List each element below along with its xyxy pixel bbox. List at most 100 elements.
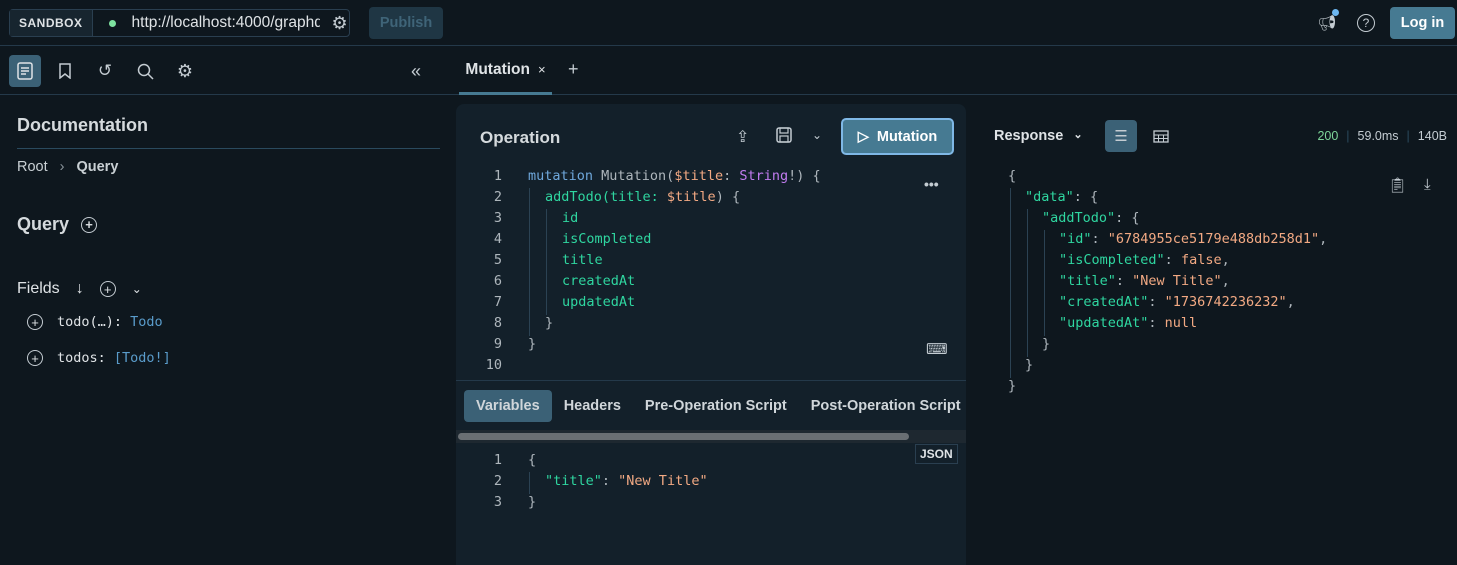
json-line: "isCompleted": false,	[1059, 252, 1230, 268]
endpoint-url-input[interactable]: http://localhost:4000/graphql	[132, 14, 320, 32]
endpoint-bar: SANDBOX http://localhost:4000/graphql ⚙	[9, 9, 350, 37]
keyboard-icon[interactable]: ⌨	[926, 340, 948, 358]
publish-button[interactable]: Publish	[369, 7, 443, 39]
indent-guide	[546, 209, 547, 315]
announcement-icon[interactable]: 📢︎	[1316, 9, 1339, 34]
breadcrumb-root[interactable]: Root	[17, 159, 48, 175]
json-line: "title": "New Title",	[1059, 273, 1230, 289]
run-mutation-button[interactable]: ▷ Mutation	[841, 118, 954, 155]
code-token: ) {	[715, 189, 741, 205]
field-item[interactable]: + todos: [Todo!]	[27, 350, 171, 366]
code-token: $title	[666, 189, 716, 205]
horizontal-scrollbar[interactable]	[456, 430, 966, 443]
gear-icon[interactable]: ⚙	[332, 13, 348, 34]
code-token: mutation	[528, 168, 594, 184]
tab-pre-operation-script[interactable]: Pre-Operation Script	[633, 390, 799, 422]
indent-guide	[1027, 209, 1028, 357]
chevron-down-icon[interactable]: ⌄	[132, 282, 142, 296]
json-punct: ,	[1221, 252, 1230, 268]
table-view-icon[interactable]	[1145, 120, 1177, 152]
sandbox-label: SANDBOX	[10, 10, 93, 36]
code-text: {	[1008, 168, 1017, 184]
save-icon[interactable]	[776, 127, 792, 143]
tab-mutation[interactable]: Mutation ×	[459, 47, 552, 95]
field-token: createdAt	[562, 273, 636, 289]
operation-editor[interactable]: 1 2 3 4 5 6 7 8 9 10 mutation Mutation($title: Str…	[456, 168, 916, 378]
code-text: {	[528, 452, 537, 468]
response-panel: Response ⌄ ☰ 200 | 59.0ms | 140B 📋︎ ⤓ {"dat…	[980, 104, 1457, 565]
operation-title: Operation	[480, 128, 561, 147]
add-icon[interactable]: +	[81, 216, 98, 233]
code-token: !) {	[788, 168, 821, 184]
json-key: "id"	[1059, 231, 1092, 247]
notification-dot	[1332, 9, 1339, 16]
search-icon[interactable]	[129, 55, 161, 87]
fields-header: Fields ↓ + ⌄	[17, 280, 142, 298]
scrollbar-thumb[interactable]	[458, 433, 909, 440]
json-line: "createdAt": "1736742236232",	[1059, 294, 1295, 310]
chevron-down-icon[interactable]: ⌄	[812, 128, 822, 142]
field-token: title	[562, 252, 603, 268]
json-format-badge[interactable]: JSON	[915, 444, 958, 464]
line-number: 9	[493, 336, 502, 352]
field-token: id	[562, 210, 579, 226]
tab-variables[interactable]: Variables	[464, 389, 552, 422]
indent-guide	[1044, 230, 1045, 336]
collapse-sidebar-icon[interactable]: «	[400, 55, 432, 87]
code-text: }	[545, 315, 554, 331]
tab-headers[interactable]: Headers	[552, 390, 633, 422]
json-punct: ,	[1319, 231, 1328, 247]
documentation-icon[interactable]	[9, 55, 41, 87]
more-options-icon[interactable]: •••	[924, 176, 939, 192]
code-text: }	[528, 336, 537, 352]
line-number: 4	[493, 231, 502, 247]
bookmark-icon[interactable]	[49, 55, 81, 87]
code-text: }	[528, 494, 537, 510]
documentation-panel: Documentation Root › Query	[17, 115, 440, 175]
status-code: 200	[1317, 129, 1339, 143]
download-icon[interactable]: ⤓	[1424, 176, 1431, 193]
field-item[interactable]: + todo(…): Todo	[27, 314, 163, 330]
add-tab-icon[interactable]: +	[568, 59, 579, 80]
sort-arrow-down-icon[interactable]: ↓	[76, 280, 84, 298]
line-number: 7	[493, 294, 502, 310]
add-field-icon[interactable]: +	[27, 314, 43, 330]
json-value: "1736742236232"	[1164, 294, 1287, 310]
settings-icon[interactable]: ⚙	[169, 55, 201, 87]
json-key: "data"	[1025, 189, 1074, 205]
field-type[interactable]: Todo	[130, 314, 163, 330]
login-button[interactable]: Log in	[1390, 7, 1455, 39]
code-line: addTodo(title: $title) {	[545, 189, 740, 205]
copy-icon[interactable]: 📋︎	[1388, 176, 1407, 194]
share-icon[interactable]: ⇪	[736, 127, 749, 147]
code-text: }	[1025, 357, 1034, 373]
variables-tabs: Variables Headers Pre-Operation Script P…	[456, 380, 966, 430]
breadcrumb-query: Query	[76, 159, 119, 175]
line-number: 1	[493, 452, 502, 468]
history-icon[interactable]: ↺	[89, 55, 121, 87]
fields-label: Fields	[17, 280, 60, 297]
add-field-icon[interactable]: +	[27, 350, 43, 366]
json-key: "createdAt"	[1059, 294, 1149, 310]
json-punct: ,	[1221, 273, 1230, 289]
add-all-icon[interactable]: +	[99, 281, 116, 297]
json-value: false	[1180, 252, 1222, 268]
help-icon[interactable]: ?	[1357, 14, 1375, 32]
response-body: {"data": {"addTodo": {"id": "6784955ce51…	[980, 168, 1380, 408]
code-text: : {	[1115, 210, 1140, 226]
field-type[interactable]: [Todo!]	[114, 350, 171, 366]
indent-guide	[1010, 188, 1011, 378]
response-dropdown[interactable]: Response ⌄	[994, 128, 1083, 144]
json-view-icon[interactable]: ☰	[1105, 120, 1137, 152]
code-text: :	[1148, 294, 1165, 310]
top-bar: SANDBOX http://localhost:4000/graphql ⚙ …	[0, 0, 1457, 46]
json-key: "title"	[545, 473, 602, 489]
variables-editor[interactable]: 1 2 3 { "title": "New Title" }	[456, 452, 906, 532]
code-text: :	[1148, 315, 1165, 331]
close-icon[interactable]: ×	[538, 62, 546, 77]
json-value: "6784955ce5179e488db258d1"	[1107, 231, 1320, 247]
line-number: 10	[485, 357, 502, 373]
json-punct: ,	[1286, 294, 1295, 310]
tab-post-operation-script[interactable]: Post-Operation Script	[799, 390, 973, 422]
line-number: 5	[493, 252, 502, 268]
